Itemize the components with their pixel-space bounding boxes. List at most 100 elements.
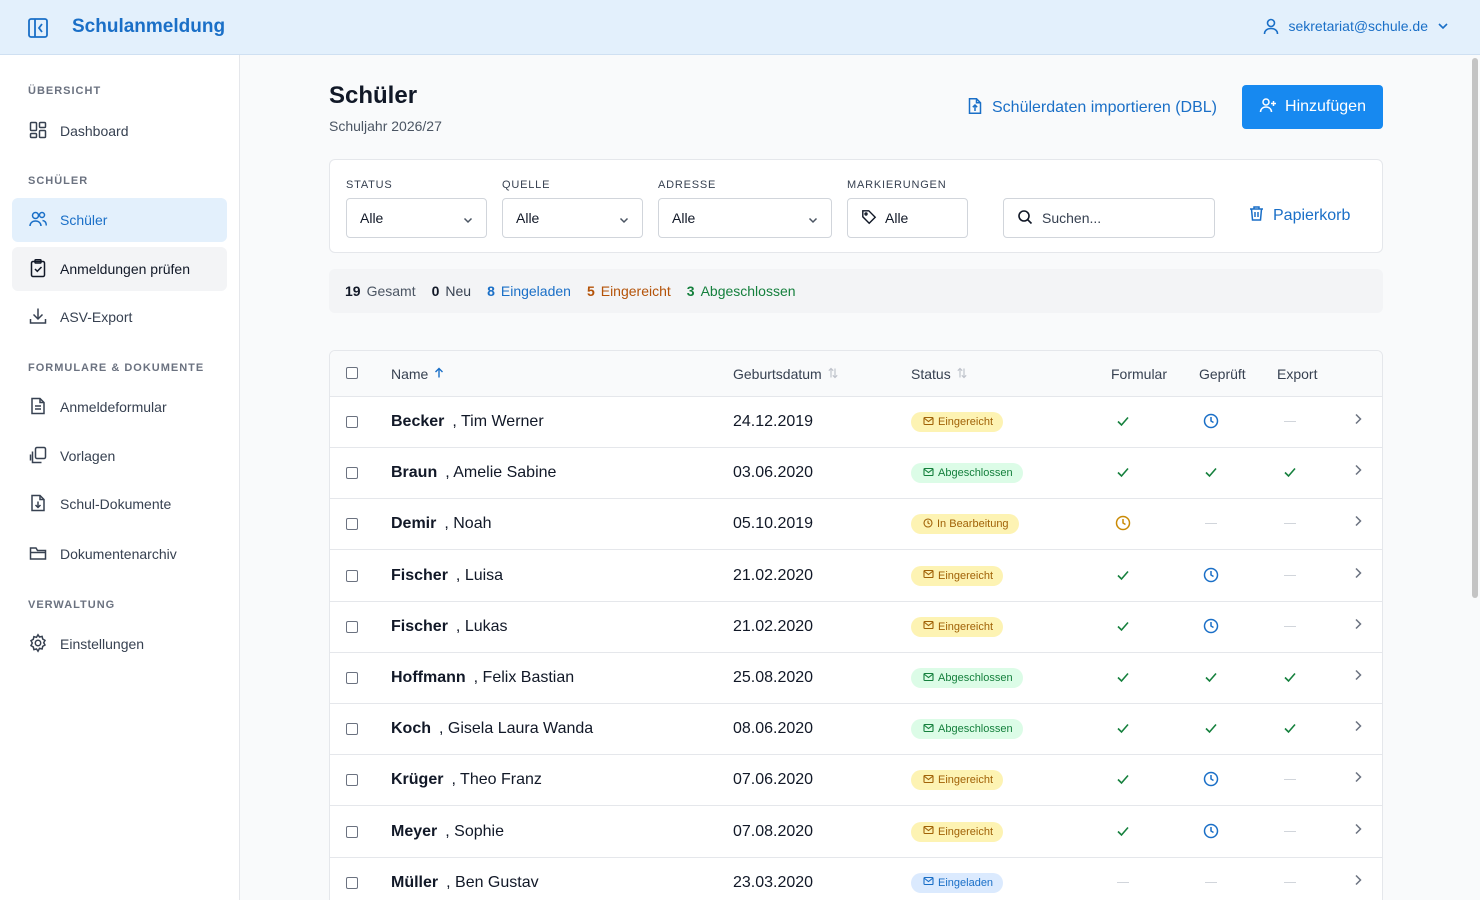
student-last-name: Braun bbox=[391, 464, 438, 482]
student-last-name: Fischer bbox=[391, 617, 448, 635]
stat-label: Gesamt bbox=[366, 283, 416, 299]
column-header-name[interactable]: Name bbox=[391, 366, 445, 382]
check-icon bbox=[1203, 669, 1219, 685]
chevron-right-icon[interactable] bbox=[1352, 668, 1364, 687]
chevron-right-icon[interactable] bbox=[1352, 770, 1364, 789]
dashboard-icon bbox=[28, 120, 48, 143]
stat-neu[interactable]: 0 Neu bbox=[432, 283, 471, 299]
table-row[interactable]: Demir , Noah 05.10.2019 In Bearbeitung bbox=[330, 499, 1382, 551]
status-badge: Eingeladen bbox=[911, 872, 1004, 893]
sidebar-item-dokumentenarchiv[interactable]: Dokumentenarchiv bbox=[12, 532, 227, 576]
table-row[interactable]: Fischer , Lukas 21.02.2020 Eingereicht bbox=[330, 602, 1382, 653]
row-checkbox[interactable] bbox=[346, 876, 358, 889]
column-header-status[interactable]: Status bbox=[911, 366, 968, 382]
chevron-right-icon[interactable] bbox=[1352, 514, 1364, 533]
row-checkbox[interactable] bbox=[346, 825, 358, 838]
table-row[interactable]: Koch , Gisela Laura Wanda 08.06.2020 Abgesc… bbox=[330, 704, 1382, 756]
export-empty-dash bbox=[1284, 574, 1296, 576]
chevron-right-icon[interactable] bbox=[1352, 566, 1364, 585]
stat-abgeschlossen[interactable]: 3 Abgeschlossen bbox=[687, 283, 796, 299]
clock-icon bbox=[1115, 515, 1131, 531]
table-row[interactable]: Hoffmann , Felix Bastian 25.08.2020 Abgesch… bbox=[330, 653, 1382, 704]
stat-eingeladen[interactable]: 8 Eingeladen bbox=[487, 283, 571, 299]
status-badge-label: Eingereicht bbox=[938, 416, 994, 428]
student-birthdate: 07.06.2020 bbox=[733, 771, 814, 789]
row-checkbox[interactable] bbox=[346, 672, 358, 684]
table-row[interactable]: Meyer , Sophie 07.08.2020 Eingereicht bbox=[330, 807, 1382, 858]
chevron-right-icon[interactable] bbox=[1352, 719, 1364, 738]
student-last-name: Becker bbox=[391, 413, 445, 430]
chevron-right-icon[interactable] bbox=[1352, 617, 1364, 636]
markierungen-select[interactable]: Alle bbox=[847, 198, 968, 238]
status-select[interactable]: Alle bbox=[346, 198, 487, 238]
student-birthdate: 21.02.2020 bbox=[733, 617, 814, 635]
stat-label: Eingeladen bbox=[500, 283, 571, 299]
folder-icon bbox=[28, 543, 48, 566]
student-birthdate: 05.10.2019 bbox=[733, 515, 814, 533]
table-row[interactable]: Krüger , Theo Franz 07.06.2020 Eingereicht bbox=[330, 755, 1382, 807]
clock-icon bbox=[1203, 618, 1219, 634]
select-all-checkbox[interactable] bbox=[346, 367, 358, 379]
column-header-geburtsdatum[interactable]: Geburtsdatum bbox=[733, 366, 839, 382]
student-name: Müller , Ben Gustav bbox=[391, 874, 539, 892]
adresse-select[interactable]: Alle bbox=[658, 198, 832, 238]
student-last-name: Krüger bbox=[391, 771, 444, 789]
row-checkbox[interactable] bbox=[346, 620, 358, 633]
import-button[interactable]: Schülerdaten importieren (DBL) bbox=[966, 95, 1217, 121]
student-name: Fischer , Lukas bbox=[391, 618, 508, 636]
column-header-geprueft: Geprüft bbox=[1199, 366, 1246, 382]
trash-button[interactable]: Papierkorb bbox=[1248, 205, 1350, 227]
status-badge: Abgeschlossen bbox=[911, 668, 1023, 688]
row-checkbox[interactable] bbox=[346, 467, 358, 480]
stat-total[interactable]: 19 Gesamt bbox=[345, 283, 416, 299]
row-checkbox[interactable] bbox=[346, 774, 358, 787]
sidebar-item-schueler[interactable]: Schüler bbox=[12, 198, 227, 242]
search-input[interactable]: Suchen... bbox=[1003, 198, 1215, 238]
sidebar-item-anmeldungen-pruefen[interactable]: Anmeldungen prüfen bbox=[12, 247, 227, 291]
chevron-right-icon[interactable] bbox=[1352, 412, 1364, 431]
export-empty-dash bbox=[1284, 421, 1296, 422]
page-scrollbar[interactable] bbox=[1472, 58, 1478, 598]
check-icon bbox=[1115, 823, 1131, 839]
mail-icon bbox=[923, 825, 934, 838]
chevron-right-icon[interactable] bbox=[1352, 463, 1364, 482]
student-first-name: , Theo Franz bbox=[451, 771, 542, 789]
table-row[interactable]: Müller , Ben Gustav 23.03.2020 Eingeladen bbox=[330, 858, 1382, 900]
collapse-sidebar-icon[interactable] bbox=[27, 17, 49, 39]
row-checkbox[interactable] bbox=[346, 416, 358, 428]
chevron-right-icon[interactable] bbox=[1352, 873, 1364, 892]
export-empty-dash bbox=[1284, 830, 1296, 832]
stat-count: 19 bbox=[345, 283, 361, 299]
student-birthdate: 08.06.2020 bbox=[733, 720, 814, 738]
sort-icon bbox=[956, 366, 968, 382]
user-menu[interactable]: sekretariat@schule.de bbox=[1262, 17, 1450, 35]
search-icon bbox=[1017, 209, 1033, 228]
sidebar-item-asv-export[interactable]: ASV-Export bbox=[12, 295, 227, 339]
sidebar-item-einstellungen[interactable]: Einstellungen bbox=[12, 622, 227, 666]
mail-icon bbox=[923, 620, 934, 633]
chevron-right-icon[interactable] bbox=[1352, 822, 1364, 841]
sidebar-item-vorlagen[interactable]: Vorlagen bbox=[12, 434, 227, 478]
table-row[interactable]: Braun , Amelie Sabine 03.06.2020 Abgeschlos… bbox=[330, 448, 1382, 500]
chevron-down-icon bbox=[807, 213, 819, 229]
row-checkbox[interactable] bbox=[346, 569, 358, 582]
table-row[interactable]: Fischer , Luisa 21.02.2020 Eingereicht bbox=[330, 551, 1382, 602]
status-badge-label: Abgeschlossen bbox=[938, 723, 1013, 736]
student-name: Krüger , Theo Franz bbox=[391, 771, 542, 789]
row-checkbox[interactable] bbox=[346, 518, 358, 531]
table-header: Name Geburtsdatum Status Formular Geprüf… bbox=[330, 351, 1382, 397]
sidebar-item-schul-dokumente[interactable]: Schul-Dokumente bbox=[12, 482, 227, 526]
clock-icon bbox=[1203, 413, 1219, 429]
status-badge-label: Eingereicht bbox=[938, 825, 994, 838]
sidebar-item-anmeldeformular[interactable]: Anmeldeformular bbox=[12, 385, 227, 429]
main-content: Schüler Schuljahr 2026/27 Schülerdaten i… bbox=[240, 55, 1480, 900]
table-row[interactable]: Becker , Tim Werner 24.12.2019 Eingereicht bbox=[330, 397, 1382, 448]
row-checkbox[interactable] bbox=[346, 723, 358, 736]
student-first-name: , Ben Gustav bbox=[446, 873, 539, 891]
add-button[interactable]: Hinzufügen bbox=[1242, 85, 1383, 129]
student-name: Becker , Tim Werner bbox=[391, 413, 544, 431]
sidebar-item-dashboard[interactable]: Dashboard bbox=[12, 109, 227, 153]
stat-eingereicht[interactable]: 5 Eingereicht bbox=[587, 283, 671, 299]
status-badge-label: In Bearbeitung bbox=[937, 518, 1009, 531]
quelle-select[interactable]: Alle bbox=[502, 198, 643, 238]
